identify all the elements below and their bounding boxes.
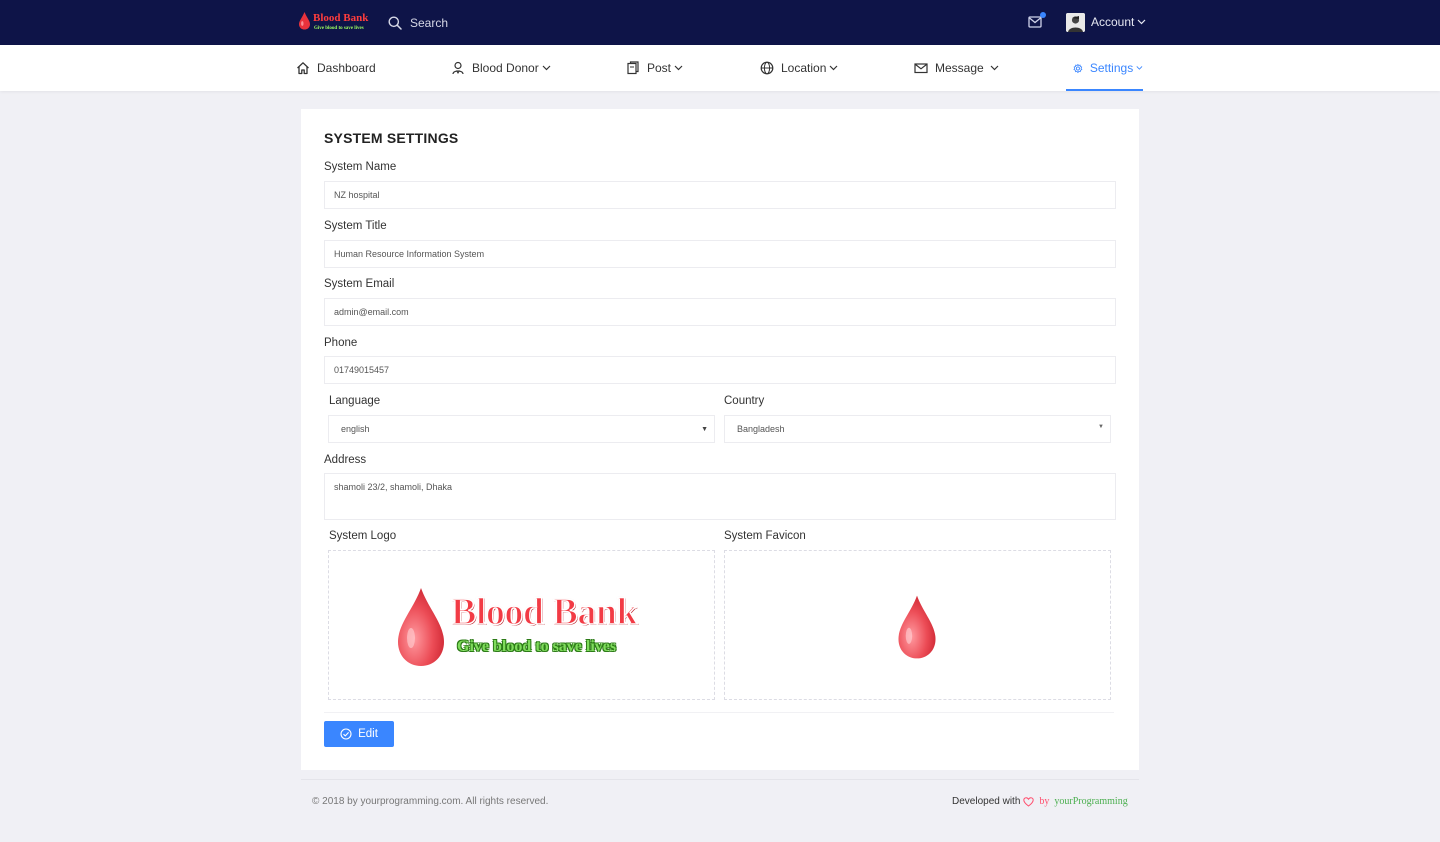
nav-item-message[interactable]: Message: [914, 45, 999, 91]
nav-item-location[interactable]: Location: [760, 45, 838, 91]
avatar: [1066, 12, 1085, 32]
brand-logo[interactable]: Blood Bank Give blood to save lives: [297, 10, 369, 36]
language-label: Language: [329, 395, 381, 407]
favicon-image: [898, 595, 936, 659]
globe-icon: [760, 61, 774, 75]
nav-item-post[interactable]: Post: [626, 45, 683, 91]
donor-icon: [452, 61, 464, 75]
blood-drop-icon: [398, 588, 444, 666]
nav-item-dashboard[interactable]: Dashboard: [296, 45, 376, 91]
check-circle-icon: [340, 728, 352, 740]
nav-label: Message: [935, 61, 984, 75]
footer-copyright: © 2018 by yourprogramming.com. All right…: [312, 796, 549, 807]
chevron-down-icon: [829, 65, 838, 71]
post-icon: [627, 61, 639, 75]
system-logo-label: System Logo: [329, 530, 397, 542]
caret-down-icon: ▼: [1098, 424, 1104, 430]
notifications-button[interactable]: [1028, 12, 1046, 30]
system-title-label: System Title: [324, 220, 387, 232]
nav-label: Blood Donor: [472, 61, 539, 75]
logo-tagline: Give blood to save lives: [457, 638, 617, 655]
logo-title: Blood Bank: [450, 590, 638, 634]
nav-label: Settings: [1089, 61, 1134, 75]
notification-dot: [1040, 12, 1046, 18]
caret-down-icon: ▼: [701, 426, 708, 433]
language-value: english: [341, 424, 370, 434]
system-name-label: System Name: [324, 161, 397, 173]
phone-field[interactable]: [324, 356, 1116, 384]
footer-credit: Developed with by yourProgramming: [952, 796, 1128, 807]
blood-bank-logo-image: Blood Bank Give blood to save lives: [395, 586, 655, 676]
system-title-field[interactable]: [324, 240, 1116, 268]
account-label: Account: [1091, 15, 1135, 29]
account-menu[interactable]: Account: [1066, 12, 1146, 32]
home-icon: [297, 62, 309, 75]
user-avatar-icon: [1066, 12, 1085, 32]
system-favicon-upload[interactable]: [724, 550, 1111, 700]
edit-button[interactable]: Edit: [324, 721, 394, 747]
envelope-icon: [914, 63, 928, 74]
nav-label: Dashboard: [317, 61, 376, 75]
edit-label: Edit: [358, 728, 378, 740]
brand-title: Blood Bank: [313, 12, 369, 24]
search-box[interactable]: Search: [388, 13, 508, 33]
brand-tagline: Give blood to save lives: [314, 26, 364, 31]
phone-label: Phone: [324, 337, 358, 349]
top-bar: Blood Bank Give blood to save lives Sear…: [0, 0, 1440, 45]
nav-item-blood-donor[interactable]: Blood Donor: [451, 45, 551, 91]
country-select[interactable]: Bangladesh ▼: [724, 415, 1111, 443]
divider: [324, 712, 1114, 713]
address-label: Address: [324, 454, 367, 466]
system-email-field[interactable]: [324, 298, 1116, 326]
chevron-down-icon: [1136, 66, 1143, 70]
developed-with-text: Developed with: [952, 796, 1021, 807]
chevron-down-icon: [674, 65, 683, 71]
nav-label: Location: [781, 61, 827, 75]
system-name-field[interactable]: [324, 181, 1116, 209]
search-icon: [388, 16, 402, 30]
developer-link[interactable]: yourProgramming: [1054, 796, 1127, 807]
blood-drop-icon: [299, 12, 310, 30]
system-logo-upload[interactable]: Blood Bank Give blood to save lives: [328, 550, 715, 700]
system-email-label: System Email: [324, 278, 395, 290]
main-nav: Dashboard Blood Donor Post Location Mess…: [0, 45, 1440, 91]
page-title: SYSTEM SETTINGS: [324, 130, 459, 146]
nav-label: Post: [647, 61, 672, 75]
address-field[interactable]: shamoli 23/2, shamoli, Dhaka: [324, 473, 1116, 520]
nav-item-settings[interactable]: Settings: [1066, 45, 1143, 91]
footer-divider: [301, 779, 1139, 780]
system-favicon-label: System Favicon: [724, 530, 806, 542]
search-label: Search: [410, 16, 449, 30]
language-select[interactable]: english ▼: [328, 415, 715, 443]
country-label: Country: [724, 395, 765, 407]
chevron-down-icon: [1137, 19, 1146, 25]
by-text: by: [1039, 796, 1050, 807]
country-value: Bangladesh: [737, 424, 785, 434]
heart-icon: [1023, 796, 1035, 807]
gear-icon: [1073, 63, 1083, 73]
settings-card: SYSTEM SETTINGS System Name System Title…: [301, 109, 1139, 770]
chevron-down-icon: [990, 65, 999, 71]
chevron-down-icon: [542, 65, 551, 71]
